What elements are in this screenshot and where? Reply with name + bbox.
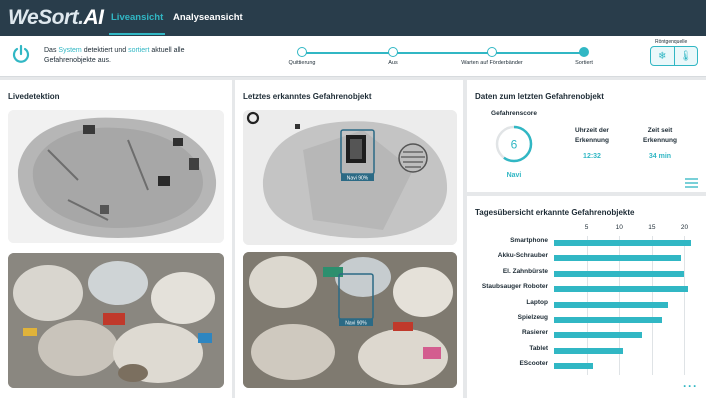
step-warten[interactable] [487,47,497,57]
chart-category-label: EScooter [519,360,548,368]
chart-category-label: El. Zahnbürste [502,267,548,275]
chart-category-label: Smartphone [510,237,548,244]
chart-category-label: Rasierer [521,329,548,337]
tab-analyseansicht[interactable]: Analyseansicht [173,12,243,23]
since-value: 34 min [648,153,672,160]
step-sortiert[interactable] [579,47,589,57]
stepper-line [302,52,584,54]
more-options-icon[interactable]: ··· [683,379,698,393]
time-label: Uhrzeit der Erkennung [575,127,609,144]
live-camera-image [8,253,224,388]
detection-label-xray: Navi 90% [347,176,369,182]
step-quittierung[interactable] [297,47,307,57]
roentgen-toggle[interactable]: ❄ 🌡 [650,46,698,66]
step-label-sortiert: Sortiert [575,60,593,66]
step-label-aus: Aus [388,60,398,66]
chart-category-label: Akku-Schrauber [497,252,548,260]
status-bar: Das System detektiert und sortiert aktue… [0,36,706,77]
live-xray-image [8,110,224,243]
chart-category-label: Laptop [526,298,548,306]
chart-bar[interactable] [554,363,594,370]
wesort-logo: WeSort.AI [8,6,104,29]
power-icon[interactable] [11,44,31,64]
score-ring: 6 [495,125,533,163]
snowflake-icon[interactable]: ❄ [651,47,674,65]
last-object-title: Letztes erkanntes Gefahrenobjekt [243,92,372,101]
chart-category-label: Tablet [529,344,548,352]
live-detection-title: Livedetektion [8,92,60,101]
top-navigation-bar: WeSort.AI Liveansicht Analyseansicht [0,0,706,36]
step-label-quittierung: Quittierung [288,60,316,66]
roentgen-label: Röntgenquelle [655,39,688,45]
time-value: 12:32 [583,153,601,160]
chart-bar[interactable] [554,255,682,262]
chart-bar[interactable] [554,270,685,277]
object-data-panel: Daten zum letzten Gefahrenobjekt Gefahre… [467,80,706,192]
step-aus[interactable] [388,47,398,57]
daily-overview-panel: Tagesübersicht erkannte Gefahrenobjekte … [467,196,706,398]
thermometer-icon[interactable]: 🌡 [673,47,698,65]
step-label-warten: Warten auf Förderbänder [461,60,523,66]
tab-liveansicht[interactable]: Liveansicht [108,12,166,35]
last-object-xray-image: Navi 90% [243,110,457,245]
chart-category-label: Staubsauger Roboter [481,283,548,291]
live-detection-panel: Livedetektion [0,80,232,398]
last-object-panel: Letztes erkanntes Gefahrenobjekt Navi 90… [235,80,463,398]
chart-bar[interactable] [554,301,669,308]
score-label: Gefahrenscore [491,110,537,117]
chart-bar[interactable] [554,240,691,246]
chart-tick-label: 5 [584,224,589,231]
menu-icon[interactable] [685,178,698,188]
chart-bar[interactable] [554,332,643,339]
chart-tick-label: 10 [615,224,623,231]
object-data-title: Daten zum letzten Gefahrenobjekt [475,92,604,101]
chart-bar[interactable] [554,317,662,323]
chart-bar[interactable] [554,347,623,354]
daily-overview-title: Tagesübersicht erkannte Gefahrenobjekte [475,208,635,217]
chart-tick-label: 20 [680,224,689,231]
chart-gridline [684,236,686,375]
score-value: 6 [511,138,518,152]
chart-category-label: Spielzeug [517,314,548,321]
chart-tick-label: 15 [648,224,656,231]
score-object-name: Navi [506,172,522,179]
detection-label-photo: Navi 90% [345,321,367,327]
chart-bar[interactable] [554,286,688,293]
last-object-camera-image: Navi 90% [243,252,457,388]
since-label: Zeit seit Erkennung [643,127,677,144]
system-status-text: Das System detektiert und sortiert aktue… [44,47,185,64]
